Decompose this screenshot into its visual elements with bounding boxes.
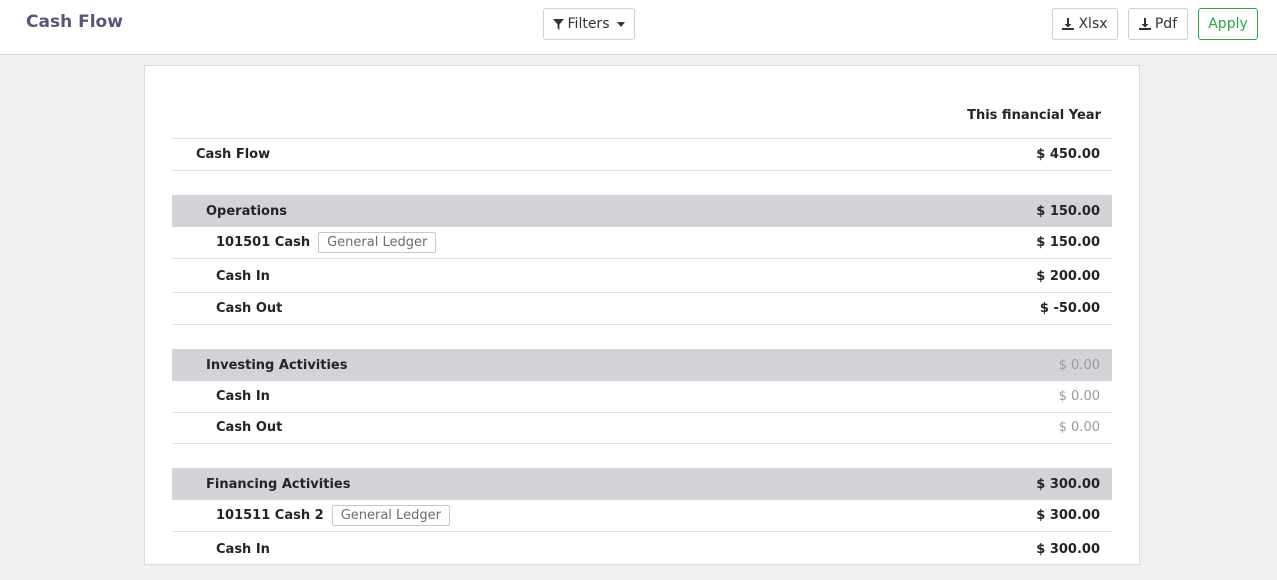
row-label: Cash Flow [196,147,271,162]
table-row-cash-in: Cash In $ 0.00 [172,381,1112,413]
row-value: $ 0.00 [1058,357,1100,373]
row-label: Cash Out [216,420,283,435]
pdf-label: Pdf [1154,16,1178,32]
general-ledger-button[interactable]: General Ledger [331,505,450,526]
row-label: Operations [206,203,287,219]
download-icon [1138,18,1151,30]
table-row-cash-out: Cash Out $ 0.00 [172,412,1112,444]
row-value: $ 200.00 [1036,269,1100,284]
top-bar: Cash Flow Filters Xlsx Pdf Apply [0,0,1277,55]
apply-button[interactable]: Apply [1198,8,1258,40]
table-row-cash-in: Cash In $ 300.00 [172,534,1112,564]
filters-label: Filters [567,16,610,32]
table-row-cash-out: Cash Out $ -50.00 [172,293,1112,325]
row-value: $ 150.00 [1036,203,1100,219]
column-header: This financial Year [967,108,1101,123]
section-row-operations[interactable]: Operations $ 150.00 [172,195,1112,227]
xlsx-label: Xlsx [1078,16,1108,32]
pdf-export-button[interactable]: Pdf [1128,8,1188,40]
section-row-investing[interactable]: Investing Activities $ 0.00 [172,349,1112,381]
table-row-account: 101501 Cash General Ledger $ 150.00 [172,227,1112,259]
row-label: Cash Out [216,301,283,316]
row-label: Cash In [216,389,270,404]
row-value: $ -50.00 [1039,301,1100,316]
table-row-cash-flow: Cash Flow $ 450.00 [172,139,1112,171]
general-ledger-button[interactable]: General Ledger [318,232,437,253]
report-panel: This financial Year Cash Flow $ 450.00 O… [144,65,1140,565]
table-row-cash-in: Cash In $ 200.00 [172,261,1112,293]
download-icon [1062,18,1075,30]
row-value: $ 300.00 [1036,476,1100,492]
row-label: Cash In [216,542,270,557]
section-row-financing[interactable]: Financing Activities $ 300.00 [172,468,1112,500]
page-title: Cash Flow [26,12,123,32]
row-value: $ 300.00 [1036,508,1100,523]
xlsx-export-button[interactable]: Xlsx [1052,8,1118,40]
row-value: $ 0.00 [1058,389,1100,404]
chevron-down-icon [617,21,626,27]
row-label: 101501 Cash [216,235,311,250]
row-label: Financing Activities [206,476,351,492]
row-value: $ 300.00 [1036,542,1100,557]
row-value: $ 450.00 [1036,147,1100,162]
table-row-account: 101511 Cash 2 General Ledger $ 300.00 [172,500,1112,532]
row-label: Cash In [216,269,270,284]
row-label: 101511 Cash 2 [216,508,324,523]
row-label: Investing Activities [206,357,348,373]
filter-icon [552,18,564,30]
filters-button[interactable]: Filters [543,8,635,40]
row-value: $ 0.00 [1058,420,1100,435]
row-value: $ 150.00 [1036,235,1100,250]
